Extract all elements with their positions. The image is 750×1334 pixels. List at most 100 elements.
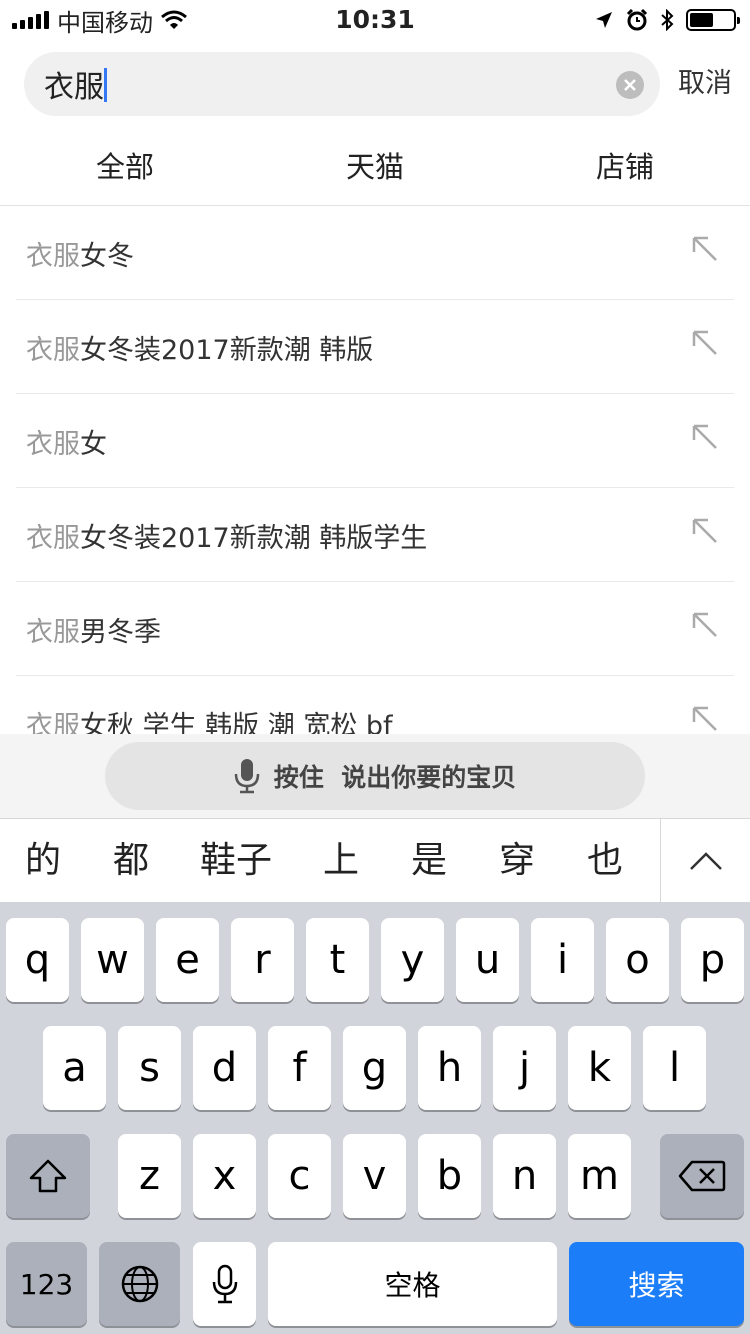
dictation-key[interactable]	[193, 1242, 256, 1326]
key-j[interactable]: j	[493, 1026, 556, 1110]
suggestion-item[interactable]: 衣服女冬装2017新款潮 韩版学生	[16, 488, 734, 582]
key-c[interactable]: c	[268, 1134, 331, 1218]
suggestion-item[interactable]: 衣服女秋 学生 韩版 潮 宽松 bf	[16, 676, 734, 734]
text-caret	[104, 68, 107, 102]
tab-shops[interactable]: 店铺	[500, 130, 750, 205]
suggestion-completion: 女	[80, 429, 107, 460]
microphone-icon	[234, 759, 260, 794]
voice-input-bar: 按住 说出你要的宝贝	[0, 734, 750, 818]
location-arrow-icon	[596, 12, 612, 28]
candidate-word[interactable]: 穿	[482, 819, 552, 903]
suggestion-completion: 男冬季	[80, 617, 161, 648]
suggestion-completion: 女秋 学生 韩版 潮 宽松 bf	[80, 711, 393, 734]
key-y[interactable]: y	[381, 918, 444, 1002]
suggestion-text: 衣服女冬	[26, 234, 134, 273]
candidate-word[interactable]: 是	[394, 819, 464, 903]
suggestion-completion: 女冬装2017新款潮 韩版学生	[80, 523, 428, 554]
status-right	[594, 6, 740, 34]
key-u[interactable]: u	[456, 918, 519, 1002]
candidate-word[interactable]: 上	[306, 819, 376, 903]
arrow-up-left-icon[interactable]	[690, 704, 720, 734]
bluetooth-icon	[661, 9, 674, 31]
backspace-icon	[678, 1160, 726, 1192]
key-p[interactable]: p	[681, 918, 744, 1002]
candidate-word[interactable]: 鞋子	[186, 819, 286, 903]
status-bar: 中国移动 10:31	[0, 0, 750, 40]
delete-key[interactable]	[660, 1134, 744, 1218]
key-l[interactable]: l	[643, 1026, 706, 1110]
key-f[interactable]: f	[268, 1026, 331, 1110]
arrow-up-left-icon[interactable]	[690, 234, 720, 264]
suggestion-item[interactable]: 衣服女	[16, 394, 734, 488]
candidate-word[interactable]: 也	[570, 819, 640, 903]
suggestion-prefix: 衣服	[26, 617, 80, 648]
key-i[interactable]: i	[531, 918, 594, 1002]
search-scope-tabs: 全部 天猫 店铺	[0, 130, 750, 206]
key-s[interactable]: s	[118, 1026, 181, 1110]
key-r[interactable]: r	[231, 918, 294, 1002]
key-h[interactable]: h	[418, 1026, 481, 1110]
suggestion-prefix: 衣服	[26, 335, 80, 366]
key-b[interactable]: b	[418, 1134, 481, 1218]
suggestion-list: 衣服女冬 衣服女冬装2017新款潮 韩版 衣服女 衣服女冬装2017新款潮 韩版…	[0, 206, 750, 734]
clear-icon	[624, 79, 636, 91]
suggestion-text: 衣服女冬装2017新款潮 韩版	[26, 328, 373, 367]
cancel-button[interactable]: 取消	[670, 64, 740, 104]
tab-tmall[interactable]: 天猫	[250, 130, 500, 205]
battery-level	[690, 13, 714, 27]
key-k[interactable]: k	[568, 1026, 631, 1110]
key-g[interactable]: g	[343, 1026, 406, 1110]
search-box[interactable]	[24, 52, 660, 116]
expand-candidates-button[interactable]	[660, 819, 750, 903]
suggestion-text: 衣服男冬季	[26, 610, 161, 649]
clear-search-button[interactable]	[616, 71, 644, 99]
key-d[interactable]: d	[193, 1026, 256, 1110]
suggestion-prefix: 衣服	[26, 711, 80, 734]
key-x[interactable]: x	[193, 1134, 256, 1218]
globe-key[interactable]	[99, 1242, 180, 1326]
shift-key[interactable]	[6, 1134, 90, 1218]
suggestion-item[interactable]: 衣服男冬季	[16, 582, 734, 676]
tab-all[interactable]: 全部	[0, 130, 250, 205]
ime-candidate-bar: 的 都 鞋子 上 是 穿 也	[0, 818, 750, 903]
hold-to-talk-label: 按住 说出你要的宝贝	[273, 763, 517, 792]
candidate-word[interactable]: 的	[8, 819, 78, 903]
hold-to-talk-button[interactable]: 按住 说出你要的宝贝	[105, 742, 645, 810]
arrow-up-left-icon[interactable]	[690, 328, 720, 358]
key-z[interactable]: z	[118, 1134, 181, 1218]
key-n[interactable]: n	[493, 1134, 556, 1218]
key-q[interactable]: q	[6, 918, 69, 1002]
suggestion-prefix: 衣服	[26, 429, 80, 460]
alarm-icon	[626, 9, 648, 31]
shift-icon	[29, 1159, 67, 1193]
suggestion-text: 衣服女	[26, 422, 107, 461]
numbers-key[interactable]: 123	[6, 1242, 87, 1326]
suggestion-prefix: 衣服	[26, 523, 80, 554]
key-m[interactable]: m	[568, 1134, 631, 1218]
keyboard: q w e r t y u i o p a s d f g h j k l z …	[0, 902, 750, 1334]
battery-icon	[686, 9, 740, 31]
chevron-up-icon	[689, 852, 722, 870]
suggestion-item[interactable]: 衣服女冬	[16, 206, 734, 300]
arrow-up-left-icon[interactable]	[690, 610, 720, 640]
suggestion-completion: 女冬	[80, 241, 134, 272]
key-t[interactable]: t	[306, 918, 369, 1002]
suggestion-prefix: 衣服	[26, 241, 80, 272]
search-key[interactable]: 搜索	[569, 1242, 744, 1326]
suggestion-completion: 女冬装2017新款潮 韩版	[80, 335, 374, 366]
space-key[interactable]: 空格	[268, 1242, 557, 1326]
suggestion-text: 衣服女秋 学生 韩版 潮 宽松 bf	[26, 704, 393, 734]
microphone-icon	[212, 1264, 237, 1304]
search-input[interactable]	[44, 60, 604, 108]
key-v[interactable]: v	[343, 1134, 406, 1218]
globe-icon	[121, 1265, 158, 1303]
key-e[interactable]: e	[156, 918, 219, 1002]
key-o[interactable]: o	[606, 918, 669, 1002]
candidate-word[interactable]: 都	[96, 819, 166, 903]
arrow-up-left-icon[interactable]	[690, 422, 720, 452]
arrow-up-left-icon[interactable]	[690, 516, 720, 546]
key-w[interactable]: w	[81, 918, 144, 1002]
key-a[interactable]: a	[43, 1026, 106, 1110]
suggestion-item[interactable]: 衣服女冬装2017新款潮 韩版	[16, 300, 734, 394]
suggestion-text: 衣服女冬装2017新款潮 韩版学生	[26, 516, 427, 555]
